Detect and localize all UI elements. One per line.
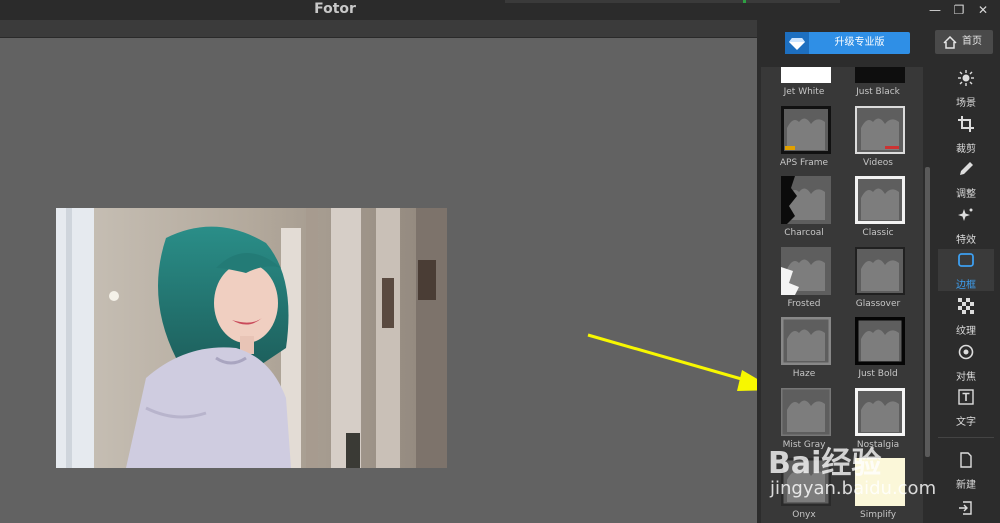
close-button[interactable]: ✕ [973,2,993,18]
home-icon [943,35,957,59]
frame-item-simplify[interactable]: Simplify [841,458,915,523]
title-strip [505,0,840,3]
frame-label: Onyx [792,510,816,520]
frame-thumbnail [855,458,905,506]
frame-item-glassover[interactable]: Glassover [841,244,915,317]
frame-item-bold[interactable]: Just Bold [841,313,915,387]
frame-thumbnail [853,103,907,156]
frame-thumbnail [853,244,907,297]
restore-button[interactable]: ❐ [949,2,969,18]
frame-label: Nostalgia [856,439,900,450]
frame-thumbnail [778,314,834,368]
tool-label: 对焦 [956,372,976,383]
frame-thumbnail [852,384,908,439]
tool-new-file[interactable]: 新建 [938,449,994,491]
upgrade-label: 升级专业版 [834,37,885,48]
frame-label: Charcoal [784,228,824,238]
sub-toolbar [0,20,757,38]
frame-label: Mist Gray [782,439,826,450]
frame-item-onyx[interactable]: Onyx [767,455,841,523]
frame-item-aps[interactable]: APS Frame [767,102,841,176]
tool-sparkle[interactable]: 特效 [938,204,994,246]
minimize-button[interactable]: — [925,2,945,18]
tool-label: 特效 [956,235,976,246]
tool-import[interactable] [938,497,994,523]
frame-thumbnail [781,67,831,83]
frame-label: Just Black [856,87,900,97]
frame-item-frosted[interactable]: Frosted [767,246,841,317]
tool-label: 纹理 [956,326,976,337]
frame-item-classic[interactable]: Classic [841,173,915,246]
tool-focus[interactable]: 对焦 [938,341,994,383]
tool-label: 调整 [956,189,976,200]
frame-thumbnail [779,386,833,437]
frame-list-scrollbar[interactable] [925,67,930,523]
home-label: 首页 [962,36,982,47]
frame-thumbnail [855,67,905,83]
toolbar-divider [938,437,994,438]
frame-item-haze[interactable]: Haze [767,314,841,387]
frame-label: Glassover [855,298,901,309]
frame-label: Frosted [787,298,821,309]
frame-thumbnail [781,246,831,295]
tool-label: 边框 [956,280,976,291]
frame-item-black[interactable]: Just Black [841,67,915,105]
diamond-icon [785,32,809,54]
frame-thumbnail-list[interactable]: Jet White Just Black APS Frame Videos Charco… [761,67,923,523]
frame-thumbnail [852,173,908,227]
frame-label: Videos [863,157,893,168]
tool-frame[interactable]: 边框 [938,249,994,291]
frame-label: Haze [792,369,816,379]
right-panel: 升级专业版 首页 Jet White Just Black APS Frame Vid… [757,20,1000,523]
tool-label: 场景 [956,98,976,109]
scrollbar-thumb[interactable] [925,167,930,457]
frame-label: Just Bold [858,369,898,379]
frame-label: Jet White [783,87,825,97]
tool-texture[interactable]: 纹理 [938,295,994,337]
frame-item-nostalgia[interactable]: Nostalgia [841,384,915,458]
photo-preview[interactable] [56,208,447,468]
tool-text[interactable]: 文字 [938,386,994,428]
tool-label: 裁剪 [956,144,976,155]
tool-sun[interactable]: 场景 [938,67,994,109]
frame-label: APS Frame [779,157,829,168]
title-bar: Fotor — ❐ ✕ [0,0,1000,20]
tool-sidebar: 场景裁剪调整特效边框纹理对焦文字新建 [932,67,1000,523]
frame-item-white[interactable]: Jet White [767,67,841,105]
frame-item-mist[interactable]: Mist Gray [767,386,841,458]
frame-thumbnail [781,176,831,224]
home-button[interactable]: 首页 [935,30,993,54]
app-title: Fotor [314,1,356,17]
frame-thumbnail [778,455,834,509]
frame-item-videos[interactable]: Videos [841,103,915,176]
frame-label: Classic [862,228,894,238]
tool-crop[interactable]: 裁剪 [938,113,994,155]
tool-label: 新建 [956,480,976,491]
tool-label: 文字 [956,417,976,428]
frame-thumbnail [778,102,834,157]
tool-pencil[interactable]: 调整 [938,158,994,200]
frame-item-charcoal[interactable]: Charcoal [767,176,841,246]
frame-thumbnail [851,313,909,369]
frame-label: Simplify [859,510,897,520]
upgrade-button[interactable]: 升级专业版 [785,32,910,54]
